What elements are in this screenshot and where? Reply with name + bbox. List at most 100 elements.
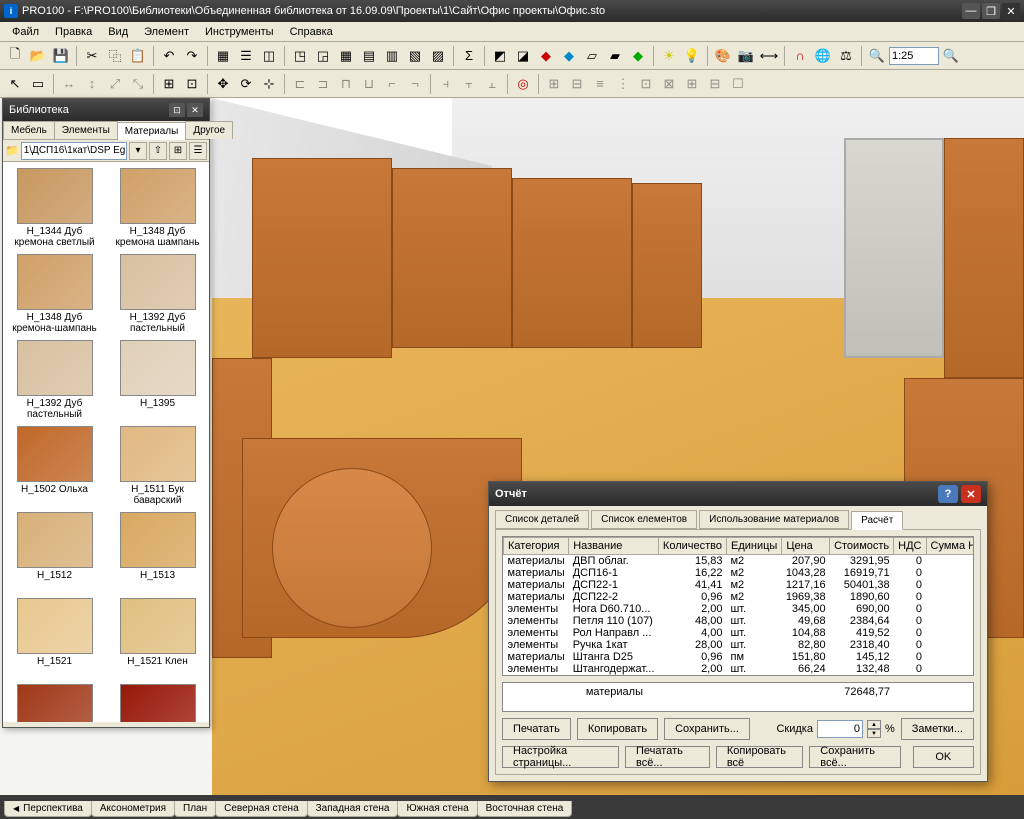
- scale-icon[interactable]: ⚖: [835, 45, 857, 67]
- menu-edit[interactable]: Правка: [47, 24, 100, 40]
- view-tab-axonometry[interactable]: Аксонометрия: [91, 801, 175, 817]
- discount-spinner[interactable]: ▲▼: [867, 720, 881, 738]
- bulb-icon[interactable]: 💡: [681, 45, 703, 67]
- shape7-icon[interactable]: ◆: [627, 45, 649, 67]
- material-swatch[interactable]: Н_1513: [110, 512, 205, 592]
- shape2-icon[interactable]: ◪: [512, 45, 534, 67]
- material-swatch[interactable]: Н_1392 Дуб пастельный: [110, 254, 205, 334]
- view-tab-south[interactable]: Южная стена: [397, 801, 477, 817]
- table-row[interactable]: элементыРол Направл ...4,00шт.104,88419,…: [504, 627, 975, 639]
- menu-tools[interactable]: Инструменты: [197, 24, 282, 40]
- material-swatch[interactable]: Н_1392 Дуб пастельный: [7, 340, 102, 420]
- notes-button[interactable]: Заметки...: [901, 718, 974, 740]
- table-row[interactable]: элементыПетля 110 (107)48,00шт.49,682384…: [504, 615, 975, 627]
- zoom-in-icon[interactable]: 🔍: [940, 45, 962, 67]
- library-pin-icon[interactable]: ⊡: [169, 103, 185, 117]
- t3-icon[interactable]: ⤢: [104, 73, 126, 95]
- column-header[interactable]: Цена: [782, 538, 830, 555]
- library-titlebar[interactable]: Библиотека ⊡ ✕: [3, 99, 209, 121]
- print-button[interactable]: Печатать: [502, 718, 571, 740]
- color-icon[interactable]: 🌐: [812, 45, 834, 67]
- cursor-icon[interactable]: ↖: [4, 73, 26, 95]
- page-setup-button[interactable]: Настройка страницы...: [502, 746, 619, 768]
- column-header[interactable]: Стоимость: [830, 538, 894, 555]
- material-swatch[interactable]: Н_1511 Бук баварский: [110, 426, 205, 506]
- point-icon[interactable]: ⊹: [258, 73, 280, 95]
- table-row[interactable]: материалыДСП16-116,22м21043,2816919,710: [504, 567, 975, 579]
- light-icon[interactable]: ☀: [658, 45, 680, 67]
- tab-materials-usage[interactable]: Использование материалов: [699, 510, 849, 529]
- a6-icon[interactable]: ¬: [404, 73, 426, 95]
- grid-icon[interactable]: ▦: [212, 45, 234, 67]
- material-swatch[interactable]: Н_1521 Клен: [110, 598, 205, 678]
- open-icon[interactable]: 📂: [27, 45, 49, 67]
- view-tab-north[interactable]: Северная стена: [215, 801, 308, 817]
- a3-icon[interactable]: ⊓: [335, 73, 357, 95]
- g3-icon[interactable]: ≡: [589, 73, 611, 95]
- material-swatch[interactable]: Н_1344 Дуб кремона светлый: [7, 168, 102, 248]
- align3-icon[interactable]: ⫠: [481, 73, 503, 95]
- view-tab-plan[interactable]: План: [174, 801, 216, 817]
- menu-help[interactable]: Справка: [282, 24, 341, 40]
- view4-icon[interactable]: ▤: [358, 45, 380, 67]
- rotate-icon[interactable]: ⟳: [235, 73, 257, 95]
- g5-icon[interactable]: ⊡: [635, 73, 657, 95]
- layers-icon[interactable]: ☰: [235, 45, 257, 67]
- menu-file[interactable]: Файл: [4, 24, 47, 40]
- copy-icon[interactable]: ⿻: [104, 45, 126, 67]
- save-button[interactable]: Сохранить...: [664, 718, 750, 740]
- material-swatch[interactable]: Н_1395: [110, 340, 205, 420]
- redo-icon[interactable]: ↷: [181, 45, 203, 67]
- g7-icon[interactable]: ⊞: [681, 73, 703, 95]
- sigma-icon[interactable]: Σ: [458, 45, 480, 67]
- library-path-input[interactable]: 1\ДСП16\1кат\DSP Eg: [21, 142, 127, 160]
- cut-icon[interactable]: ✂: [81, 45, 103, 67]
- dialog-help-icon[interactable]: ?: [938, 485, 958, 503]
- menu-view[interactable]: Вид: [100, 24, 136, 40]
- g2-icon[interactable]: ⊟: [566, 73, 588, 95]
- materials-icon[interactable]: ◫: [258, 45, 280, 67]
- shape5-icon[interactable]: ▱: [581, 45, 603, 67]
- view7-icon[interactable]: ▨: [427, 45, 449, 67]
- snap2-icon[interactable]: ⊡: [181, 73, 203, 95]
- copy-button[interactable]: Копировать: [577, 718, 658, 740]
- material-swatch[interactable]: Н_1520 Груша: [110, 684, 205, 722]
- column-header[interactable]: Количество: [658, 538, 726, 555]
- table-row[interactable]: материалыШтанга D250,96пм151,80145,120: [504, 651, 975, 663]
- view3-icon[interactable]: ▦: [335, 45, 357, 67]
- discount-input[interactable]: [817, 720, 863, 738]
- restore-button[interactable]: ❐: [982, 3, 1000, 19]
- shape3-icon[interactable]: ◆: [535, 45, 557, 67]
- table-row[interactable]: элементыНога D60.710...2,00шт.345,00690,…: [504, 603, 975, 615]
- view-tab-perspective[interactable]: Перспектива: [4, 801, 92, 817]
- material-swatch[interactable]: Н_1512: [7, 512, 102, 592]
- lib-tab-other[interactable]: Другое: [185, 121, 233, 139]
- align2-icon[interactable]: ⫟: [458, 73, 480, 95]
- render2-icon[interactable]: 📷: [735, 45, 757, 67]
- magnet-icon[interactable]: ∩: [789, 45, 811, 67]
- dim-icon[interactable]: ⟷: [758, 45, 780, 67]
- path-up-icon[interactable]: ⇧: [149, 142, 167, 160]
- menu-element[interactable]: Элемент: [136, 24, 197, 40]
- path-list-icon[interactable]: ☰: [189, 142, 207, 160]
- material-swatch[interactable]: Н_1348 Дуб кремона шампань: [110, 168, 205, 248]
- table-row[interactable]: элементыРучка 1кат28,00шт.82,802318,400: [504, 639, 975, 651]
- column-header[interactable]: Единицы: [726, 538, 781, 555]
- minimize-button[interactable]: —: [962, 3, 980, 19]
- path-dropdown-icon[interactable]: ▾: [129, 142, 147, 160]
- g1-icon[interactable]: ⊞: [543, 73, 565, 95]
- material-swatch[interactable]: Н_1521: [7, 598, 102, 678]
- undo-icon[interactable]: ↶: [158, 45, 180, 67]
- table-row[interactable]: элементыШтангодержат...2,00шт.66,24132,4…: [504, 663, 975, 675]
- select-icon[interactable]: ▭: [27, 73, 49, 95]
- target-icon[interactable]: ◎: [512, 73, 534, 95]
- column-header[interactable]: Сумма Н...: [926, 538, 974, 555]
- snap1-icon[interactable]: ⊞: [158, 73, 180, 95]
- a1-icon[interactable]: ⊏: [289, 73, 311, 95]
- dialog-titlebar[interactable]: Отчёт ? ✕: [489, 482, 987, 506]
- table-row[interactable]: материалыДСП22-20,96м21969,381890,600: [504, 591, 975, 603]
- zoom-out-icon[interactable]: 🔍: [866, 45, 888, 67]
- paste-icon[interactable]: 📋: [127, 45, 149, 67]
- view-tab-west[interactable]: Западная стена: [307, 801, 399, 817]
- column-header[interactable]: Категория: [504, 538, 569, 555]
